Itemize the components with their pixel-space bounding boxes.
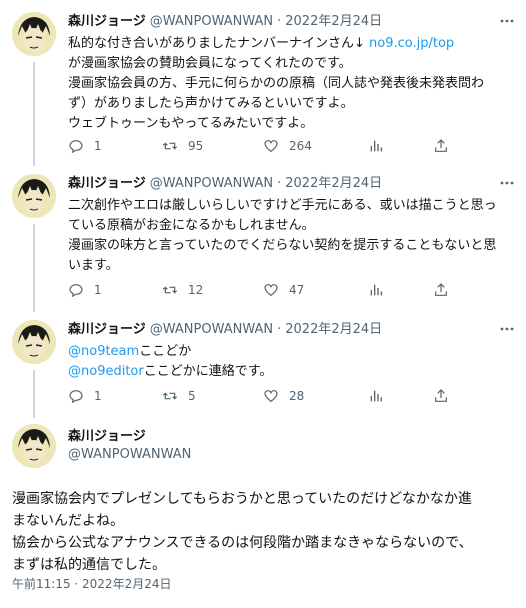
share-icon xyxy=(435,139,447,152)
more-icon[interactable] xyxy=(498,320,516,338)
analytics-button[interactable] xyxy=(368,280,394,300)
like-count: 47 xyxy=(289,283,305,297)
heart-icon xyxy=(264,140,278,153)
retweet-count: 12 xyxy=(188,283,204,297)
mention-link[interactable]: @no9editor xyxy=(68,364,144,379)
share-icon xyxy=(435,389,447,402)
tweet-header: 森川ジョージ @WANPOWANWAN · 2022年2月24日 xyxy=(68,12,382,32)
separator: · xyxy=(277,176,282,191)
share-button[interactable] xyxy=(433,136,459,156)
reply-button[interactable]: 1 xyxy=(68,280,102,300)
reply-button[interactable]: 1 xyxy=(68,386,102,406)
reply-button[interactable]: 1 xyxy=(68,136,102,156)
separator: · xyxy=(277,14,282,29)
tweet-line: ウェブトゥーンもやってるみたいですよ。 xyxy=(68,116,314,131)
retweet-button[interactable]: 95 xyxy=(162,136,203,156)
mention-link[interactable]: @no9team xyxy=(68,344,139,359)
tweet-line: まないんだよね。 xyxy=(12,513,124,529)
tweet-line: 協会から公式なアナウンスできるのは何段階か踏まなきゃならないので、 xyxy=(12,535,473,551)
tweet-line: ず）がありましたら声かけてみるといいですよ。 xyxy=(68,96,354,111)
display-name[interactable]: 森川ジョージ xyxy=(68,322,146,337)
like-count: 28 xyxy=(289,389,305,403)
retweet-button[interactable]: 5 xyxy=(162,386,196,406)
more-icon[interactable] xyxy=(498,12,516,30)
tweet[interactable]: 森川ジョージ @WANPOWANWAN · 2022年2月24日 @no9teamここ… xyxy=(0,320,526,410)
tweet-header: 森川ジョージ @WANPOWANWAN · 2022年2月24日 xyxy=(68,174,382,194)
tweet-line: が漫画家協会の賛助会員になってくれたのです。 xyxy=(68,56,352,71)
retweet-icon xyxy=(162,142,178,150)
display-name[interactable]: 森川ジョージ xyxy=(68,14,146,29)
reply-count: 1 xyxy=(94,283,102,297)
more-icon[interactable] xyxy=(498,174,516,192)
share-icon xyxy=(435,283,447,296)
tweet-line: まずは私的通信でした。 xyxy=(12,557,166,573)
tweet-date[interactable]: 2022年2月24日 xyxy=(285,322,382,337)
heart-icon xyxy=(264,390,278,403)
tweet-header: 森川ジョージ @WANPOWANWAN · 2022年2月24日 xyxy=(68,320,382,340)
tweet-line: ている原稿がお金になるかもしれません。 xyxy=(68,218,315,233)
handle[interactable]: @WANPOWANWAN xyxy=(150,14,273,29)
like-button[interactable]: 47 xyxy=(263,280,304,300)
tweet-line: 漫画家の味方と言っていたのでくだらない契約を提示することもないと思 xyxy=(68,238,497,253)
comment-icon xyxy=(69,140,83,154)
display-name[interactable]: 森川ジョージ xyxy=(68,428,191,446)
tweet-line: 漫画家協会内でプレゼンしてもらおうかと思っていたのだけどなかなか進 xyxy=(12,491,472,507)
tweet[interactable]: 森川ジョージ @WANPOWANWAN · 2022年2月24日 二次創作やエロは厳し… xyxy=(0,174,526,304)
display-name[interactable]: 森川ジョージ xyxy=(68,176,146,191)
separator: · xyxy=(277,322,282,337)
retweet-icon xyxy=(162,286,178,294)
tweet-timestamp[interactable]: 午前11:15 · 2022年2月24日 xyxy=(12,575,171,593)
retweet-icon xyxy=(162,392,178,400)
handle[interactable]: @WANPOWANWAN xyxy=(150,322,273,337)
share-button[interactable] xyxy=(433,386,459,406)
comment-icon xyxy=(69,390,83,404)
action-bar: 1 12 47 xyxy=(68,280,448,300)
tweet-line: います。 xyxy=(68,258,119,273)
reply-count: 1 xyxy=(94,389,102,403)
tweet-line: @no9teamここどか xyxy=(68,344,192,359)
tweet-line: 私的な付き合いがありましたナンバーナインさん↓ no9.co.jp/top xyxy=(68,36,455,51)
heart-icon xyxy=(264,284,278,297)
avatar[interactable] xyxy=(12,424,56,468)
tweet-date[interactable]: 2022年2月24日 xyxy=(285,176,382,191)
main-tweet-text: 漫画家協会内でプレゼンしてもらおうかと思っていたのだけどなかなか進 まないんだよ… xyxy=(12,488,520,576)
retweet-count: 95 xyxy=(188,139,204,153)
analytics-button[interactable] xyxy=(368,386,394,406)
handle[interactable]: @WANPOWANWAN xyxy=(150,176,273,191)
avatar[interactable] xyxy=(12,174,56,218)
tweet-text: 私的な付き合いがありましたナンバーナインさん↓ no9.co.jp/top が漫… xyxy=(68,34,516,134)
tweet-line: @no9editorここどかに連絡です。 xyxy=(68,364,273,379)
url-link[interactable]: no9.co.jp/top xyxy=(369,36,454,51)
analytics-icon xyxy=(370,390,382,402)
handle[interactable]: @WANPOWANWAN xyxy=(68,446,191,464)
retweet-button[interactable]: 12 xyxy=(162,280,203,300)
tweet-date[interactable]: 2022年2月24日 xyxy=(285,14,382,29)
reply-count: 1 xyxy=(94,139,102,153)
tweet-line: 二次創作やエロは厳しいらしいですけど手元にある、或いは描こうと思っ xyxy=(68,198,497,213)
action-bar: 1 5 28 xyxy=(68,386,448,406)
avatar[interactable] xyxy=(12,12,56,56)
comment-icon xyxy=(69,284,83,298)
share-button[interactable] xyxy=(433,280,459,300)
like-count: 264 xyxy=(289,139,312,153)
tweet-header: 森川ジョージ @WANPOWANWAN xyxy=(68,428,191,468)
analytics-icon xyxy=(370,284,382,296)
main-tweet: 森川ジョージ @WANPOWANWAN xyxy=(0,424,526,474)
tweet-text: @no9teamここどか @no9editorここどかに連絡です。 xyxy=(68,342,516,382)
tweet-line: 漫画家協会員の方、手元に何らかのの原稿（同人誌や発表後未発表問わ xyxy=(68,76,485,91)
like-button[interactable]: 264 xyxy=(263,136,312,156)
like-button[interactable]: 28 xyxy=(263,386,304,406)
avatar[interactable] xyxy=(12,320,56,364)
analytics-button[interactable] xyxy=(368,136,394,156)
action-bar: 1 95 264 xyxy=(68,136,448,156)
tweet-text: 二次創作やエロは厳しいらしいですけど手元にある、或いは描こうと思っ ている原稿が… xyxy=(68,196,516,276)
tweet[interactable]: 森川ジョージ @WANPOWANWAN · 2022年2月24日 私的な付き合いがあり… xyxy=(0,12,526,162)
retweet-count: 5 xyxy=(188,389,196,403)
analytics-icon xyxy=(370,140,382,152)
